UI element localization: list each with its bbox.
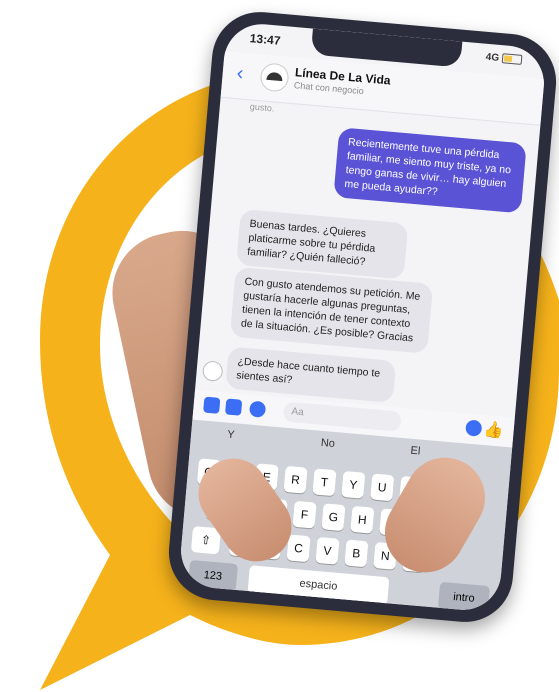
key-t[interactable]: T xyxy=(312,468,337,497)
key-b[interactable]: B xyxy=(344,539,369,568)
camera-icon[interactable] xyxy=(203,396,221,414)
emoji-icon[interactable] xyxy=(465,419,483,437)
status-network: 4G xyxy=(485,51,523,66)
key-v[interactable]: V xyxy=(315,536,340,565)
key-c[interactable]: C xyxy=(286,534,311,563)
suggestion-item[interactable]: No xyxy=(320,437,335,450)
space-key[interactable]: espacio xyxy=(247,565,390,606)
avatar[interactable] xyxy=(259,62,290,93)
key-h[interactable]: H xyxy=(350,505,375,534)
numbers-key[interactable]: 123 xyxy=(187,559,238,592)
key-g[interactable]: G xyxy=(321,503,346,532)
received-message: Con gusto atendemos su petición. Me gust… xyxy=(229,266,434,354)
thumbs-up-icon[interactable]: 👍 xyxy=(483,419,505,441)
key-f[interactable]: F xyxy=(292,500,317,529)
sent-message: Recientemente tuve una pérdida familiar,… xyxy=(333,127,527,214)
battery-icon xyxy=(501,53,523,66)
previous-message-fragment: gusto. xyxy=(249,101,275,114)
key-r[interactable]: R xyxy=(283,465,308,494)
network-label: 4G xyxy=(485,51,500,64)
return-key[interactable]: intro xyxy=(437,581,491,613)
status-time: 13:47 xyxy=(249,31,282,48)
avatar xyxy=(201,360,224,382)
gallery-icon[interactable] xyxy=(224,398,243,416)
key-u[interactable]: U xyxy=(370,473,395,502)
chevron-left-icon[interactable]: ‹ xyxy=(236,62,245,85)
mic-icon[interactable] xyxy=(248,400,267,418)
suggestion-item[interactable]: Y xyxy=(227,429,235,442)
message-input[interactable]: Aa xyxy=(282,401,402,432)
suggestion-item[interactable]: El xyxy=(410,445,421,458)
key-y[interactable]: Y xyxy=(341,470,366,499)
